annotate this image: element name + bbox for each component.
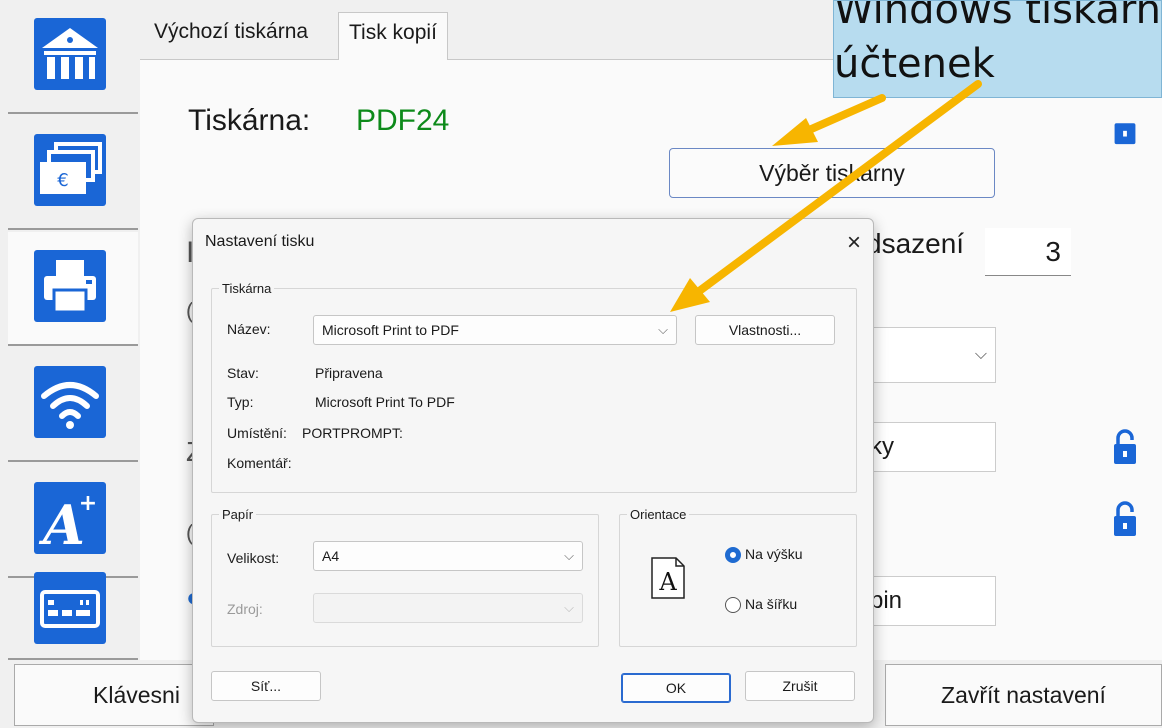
- printer-label: Tiskárna:: [188, 104, 311, 137]
- network-button[interactable]: Síť...: [211, 671, 321, 701]
- sidebar-item-font[interactable]: A +: [8, 464, 138, 578]
- lock-icon[interactable]: [1112, 110, 1138, 146]
- printer-value: PDF24: [356, 104, 450, 137]
- close-settings-button[interactable]: Zavřít nastavení: [885, 664, 1162, 726]
- keyboard-button[interactable]: Klávesni: [14, 664, 214, 726]
- lock-icon[interactable]: [1112, 500, 1138, 538]
- sidebar-item-bank[interactable]: [8, 0, 138, 114]
- type-value: Microsoft Print To PDF: [315, 394, 455, 410]
- printer-name-select[interactable]: Microsoft Print to PDF ⌵: [313, 315, 677, 345]
- keyboard-icon: [34, 572, 106, 644]
- font-size-icon: A +: [34, 482, 106, 554]
- location-value: PORTPROMPT:: [302, 425, 403, 441]
- comment-label: Komentář:: [227, 455, 292, 471]
- landscape-radio[interactable]: [725, 597, 741, 613]
- paper-group: Papír: [211, 507, 599, 647]
- background-field-pin[interactable]: pin: [866, 576, 996, 626]
- status-value: Připravena: [315, 365, 383, 381]
- print-settings-dialog: Nastavení tisku × Tiskárna Název: Micros…: [192, 218, 874, 723]
- callout-text: Windows tiskárna účtenek: [834, 0, 1161, 87]
- dialog-title: Nastavení tisku: [205, 233, 315, 250]
- annotation-callout: Windows tiskárna účtenek: [833, 0, 1162, 98]
- ok-button[interactable]: OK: [621, 673, 731, 703]
- paper-size-select[interactable]: A4 ⌵: [313, 541, 583, 571]
- sidebar-item-keyboard[interactable]: [8, 572, 138, 660]
- sidebar-item-printer[interactable]: [8, 232, 138, 346]
- printer-group-legend: Tiskárna: [222, 281, 272, 296]
- sidebar: € A +: [8, 0, 138, 660]
- paper-size-label: Velikost:: [227, 550, 280, 566]
- landscape-label: Na šířku: [745, 596, 798, 612]
- printer-icon: [34, 250, 106, 322]
- offset-label: dsazení: [866, 228, 965, 259]
- sidebar-item-currency[interactable]: €: [8, 116, 138, 230]
- lock-icon[interactable]: [1112, 428, 1138, 466]
- wifi-icon: [34, 366, 106, 438]
- orientation-group-legend: Orientace: [630, 507, 687, 522]
- printer-properties-button[interactable]: Vlastnosti...: [695, 315, 835, 345]
- paper-size-value: A4: [322, 548, 340, 564]
- svg-text:+: +: [79, 491, 97, 516]
- background-dropdown[interactable]: ⌵: [866, 327, 996, 383]
- svg-text:€: €: [57, 170, 68, 191]
- banknotes-icon: €: [34, 134, 106, 206]
- chevron-down-icon: ⌵: [974, 346, 987, 363]
- type-label: Typ:: [227, 394, 254, 410]
- tab-default-printer[interactable]: Výchozí tiskárna: [144, 12, 318, 61]
- portrait-radio[interactable]: [725, 547, 741, 563]
- printer-name-label: Název:: [227, 321, 271, 337]
- offset-input[interactable]: 3: [985, 228, 1071, 276]
- select-printer-button[interactable]: Výběr tiskarny: [669, 148, 995, 198]
- page-glyph: A: [658, 568, 677, 596]
- chevron-down-icon: ⌵: [564, 548, 574, 563]
- status-label: Stav:: [227, 365, 259, 381]
- printer-name-value: Microsoft Print to PDF: [322, 322, 459, 338]
- close-icon[interactable]: ×: [841, 229, 867, 257]
- cancel-button[interactable]: Zrušit: [745, 671, 855, 701]
- bank-icon: [34, 18, 106, 90]
- printer-group: Tiskárna: [211, 281, 857, 493]
- paper-source-label: Zdroj:: [227, 601, 263, 617]
- portrait-label: Na výšku: [745, 546, 803, 562]
- paper-source-select[interactable]: ⌵: [313, 593, 583, 623]
- chevron-down-icon: ⌵: [658, 322, 668, 337]
- sidebar-item-wifi[interactable]: [8, 348, 138, 462]
- paper-group-legend: Papír: [222, 507, 254, 522]
- location-label: Umístění:: [227, 425, 287, 441]
- page-portrait-icon: A: [651, 557, 685, 599]
- chevron-down-icon: ⌵: [564, 600, 574, 615]
- background-field-ky[interactable]: ky: [866, 422, 996, 472]
- tab-print-copies[interactable]: Tisk kopií: [338, 12, 448, 61]
